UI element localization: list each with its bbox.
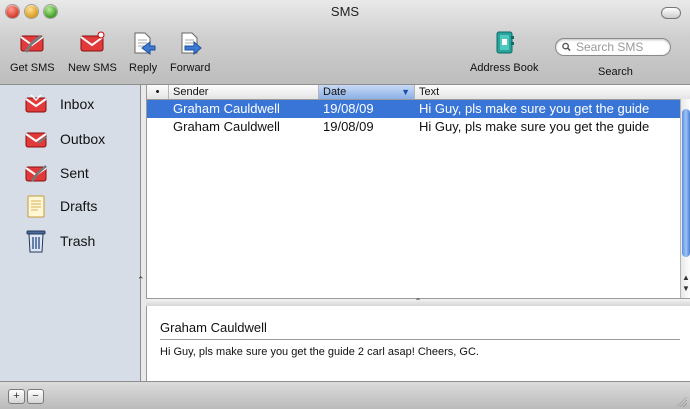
sidebar-item-inbox[interactable]: Inbox [24,93,94,115]
sidebar-item-label: Trash [60,233,96,249]
remove-mailbox-button[interactable]: − [27,389,44,404]
sidebar-item-label: Sent [60,165,89,181]
search-label: Search [598,66,633,78]
sidebar-item-sent[interactable]: Sent [24,162,89,184]
table-row[interactable]: Graham Cauldwell 19/08/09 Hi Guy, pls ma… [147,118,681,136]
column-header-flag[interactable]: • [147,85,169,99]
scroll-down-icon[interactable]: ▼ [682,284,690,293]
list-scroll-thumb[interactable] [682,109,690,257]
preview-sender: Graham Cauldwell [160,320,267,335]
forward-button[interactable]: Forward [170,30,210,74]
bottom-bar: + − [0,381,690,409]
row-sender: Graham Cauldwell [173,119,280,134]
search-icon [562,42,571,52]
new-sms-icon [80,31,105,52]
address-book-label: Address Book [470,62,539,74]
column-header-sender[interactable]: Sender [169,85,319,99]
column-header-text[interactable]: Text [415,85,681,99]
list-scrollbar[interactable]: ▲ ▼ [680,99,690,298]
list-header: • Sender Date ▼ Text [147,85,690,100]
add-mailbox-button[interactable]: + [8,389,25,404]
sort-descending-icon: ▼ [401,87,410,97]
row-text: Hi Guy, pls make sure you get the guide [419,101,650,116]
sidebar-item-label: Drafts [60,198,98,214]
preview-divider [160,339,680,340]
address-book-icon [496,31,515,54]
preview-body: Hi Guy, pls make sure you get the guide … [160,346,479,358]
trash-icon [26,230,46,253]
scroll-up-icon[interactable]: ▲ [682,273,690,282]
sidebar-collapse-arrow[interactable]: ⌃ [137,275,145,286]
window-title: SMS [330,4,360,19]
row-date: 19/08/09 [323,101,374,116]
row-text: Hi Guy, pls make sure you get the guide [419,119,650,134]
toolbar: SMS Get SMS New SMS Reply Forward Addres… [0,0,690,85]
new-sms-label: New SMS [68,62,117,74]
reply-icon [134,32,156,55]
row-sender: Graham Cauldwell [173,101,280,116]
sidebar-item-trash[interactable]: Trash [24,228,95,254]
message-list: • Sender Date ▼ Text Graham Cauldwell 19… [146,85,690,298]
get-sms-icon [20,34,44,53]
forward-icon [181,32,202,56]
sidebar-item-outbox[interactable]: Outbox [24,128,105,150]
sent-icon [25,165,47,182]
outbox-icon [25,132,47,148]
forward-label: Forward [170,62,211,74]
table-row[interactable]: Graham Cauldwell 19/08/09 Hi Guy, pls ma… [147,100,681,118]
reply-label: Reply [129,62,158,74]
mailbox-sidebar: Inbox Outbox Sent Drafts Trash ⌃ [0,85,145,381]
row-date: 19/08/09 [323,119,374,134]
new-sms-button[interactable]: New SMS [68,30,117,74]
search-input[interactable] [574,39,670,55]
toolbar-toggle-button[interactable] [661,7,681,19]
drafts-icon [27,195,45,218]
sidebar-item-label: Inbox [60,96,95,112]
sidebar-item-drafts[interactable]: Drafts [24,194,97,218]
reply-button[interactable]: Reply [129,30,157,74]
column-header-date-label: Date [323,86,347,98]
address-book-button[interactable]: Address Book [470,30,538,74]
message-preview: Graham Cauldwell Hi Guy, pls make sure y… [146,306,690,381]
search-field[interactable] [555,38,671,56]
resize-grip-icon[interactable] [677,397,687,407]
get-sms-button[interactable]: Get SMS [10,30,55,74]
get-sms-label: Get SMS [10,62,55,74]
sms-window: SMS Get SMS New SMS Reply Forward Addres… [0,0,690,409]
inbox-icon [25,94,47,113]
sidebar-item-label: Outbox [60,131,106,147]
column-header-date[interactable]: Date ▼ [319,85,415,99]
